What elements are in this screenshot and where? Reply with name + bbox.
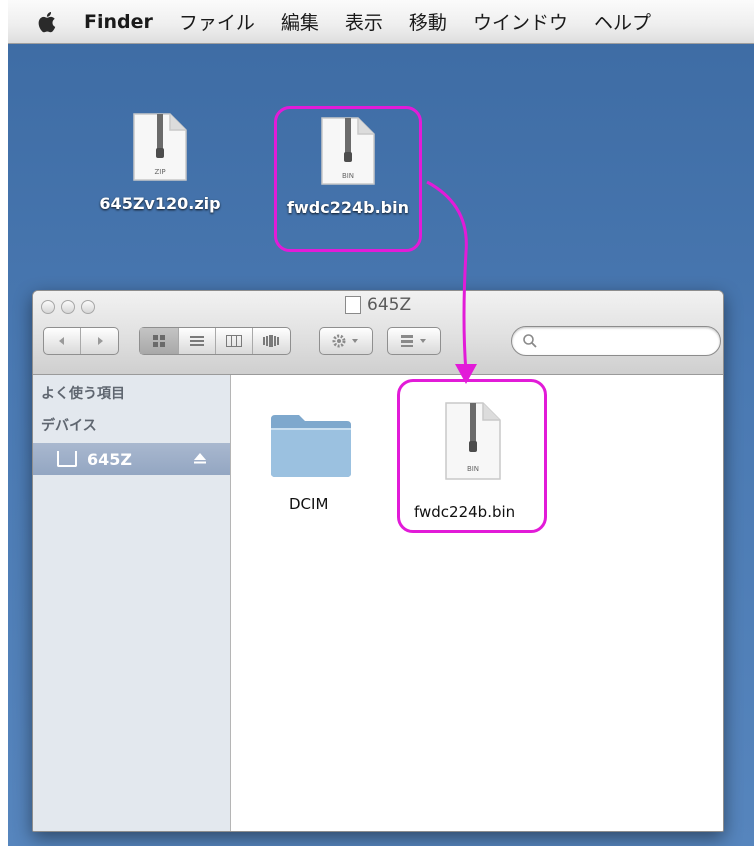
- apple-icon[interactable]: [36, 10, 60, 34]
- desktop-icon-bin[interactable]: BIN fwdc224b.bin: [268, 116, 428, 217]
- file-browser: DCIM BIN fwdc224b.bin: [231, 375, 723, 831]
- zip-file-icon: ZIP: [133, 113, 187, 181]
- menu-go[interactable]: 移動: [409, 8, 447, 35]
- column-view-icon: [225, 335, 242, 347]
- desktop-icon-label: 645Zv120.zip: [99, 194, 221, 213]
- search-icon: [523, 334, 537, 348]
- coverflow-view-icon: [263, 335, 280, 347]
- desktop-icon-zip[interactable]: ZIP 645Zv120.zip: [80, 112, 240, 213]
- sidebar-heading-devices[interactable]: デバイス: [41, 415, 97, 435]
- column-view-button[interactable]: [216, 328, 253, 354]
- file-label-bin: fwdc224b.bin: [414, 503, 516, 521]
- menu-bar: Finder ファイル 編集 表示 移動 ウインドウ ヘルプ: [8, 0, 754, 44]
- window-title-text: 645Z: [367, 295, 412, 315]
- search-input[interactable]: [511, 326, 721, 356]
- bin-file-icon: BIN: [445, 402, 501, 480]
- sidebar-heading-favorites[interactable]: よく使う項目: [41, 383, 125, 403]
- list-view-icon: [190, 336, 205, 346]
- desktop: Finder ファイル 編集 表示 移動 ウインドウ ヘルプ ZIP 645Zv…: [8, 0, 754, 846]
- desktop-icon-label: fwdc224b.bin: [287, 198, 409, 217]
- forward-arrow-icon: [97, 337, 103, 345]
- bin-file-icon: BIN: [321, 117, 375, 185]
- folder-icon: [271, 415, 351, 477]
- menu-file[interactable]: ファイル: [179, 8, 255, 35]
- icon-view-button[interactable]: [140, 328, 180, 354]
- menu-window[interactable]: ウインドウ: [473, 8, 568, 35]
- list-view-button[interactable]: [179, 328, 216, 354]
- view-switcher: [139, 327, 291, 355]
- menu-edit[interactable]: 編集: [281, 8, 319, 35]
- forward-button[interactable]: [81, 328, 118, 354]
- minimize-button[interactable]: [61, 300, 75, 314]
- coverflow-view-button[interactable]: [253, 328, 290, 354]
- bin-type-tag: BIN: [342, 172, 354, 180]
- window-title: 645Z: [345, 295, 411, 315]
- file-item-bin[interactable]: BIN: [443, 401, 503, 481]
- zoom-button[interactable]: [81, 300, 95, 314]
- icon-view-icon: [153, 335, 166, 347]
- file-label-dcim: DCIM: [289, 495, 329, 513]
- window-titlebar[interactable]: 645Z: [33, 291, 723, 375]
- zip-type-tag: ZIP: [154, 168, 165, 176]
- back-button[interactable]: [44, 328, 82, 354]
- bin-type-tag: BIN: [467, 465, 479, 473]
- menu-finder[interactable]: Finder: [84, 11, 153, 33]
- eject-icon[interactable]: [193, 451, 207, 465]
- nav-buttons: [43, 327, 119, 355]
- arrange-button[interactable]: [387, 327, 441, 355]
- document-icon: [345, 296, 361, 314]
- action-button[interactable]: [319, 327, 373, 355]
- arrange-icon: [401, 335, 426, 347]
- menu-help[interactable]: ヘルプ: [594, 8, 651, 35]
- back-arrow-icon: [59, 337, 64, 345]
- file-item-dcim[interactable]: [269, 409, 353, 479]
- sidebar-item-645z[interactable]: 645Z: [33, 443, 230, 475]
- finder-window: 645Z よく使う項目 デバイス 645Z DCIM BIN fwdc224b.…: [32, 290, 724, 832]
- sidebar-item-label: 645Z: [87, 449, 132, 469]
- gear-icon: [332, 334, 358, 348]
- sidebar: よく使う項目 デバイス 645Z: [33, 375, 231, 831]
- close-button[interactable]: [41, 300, 55, 314]
- menu-view[interactable]: 表示: [345, 8, 383, 35]
- drive-icon: [57, 451, 77, 467]
